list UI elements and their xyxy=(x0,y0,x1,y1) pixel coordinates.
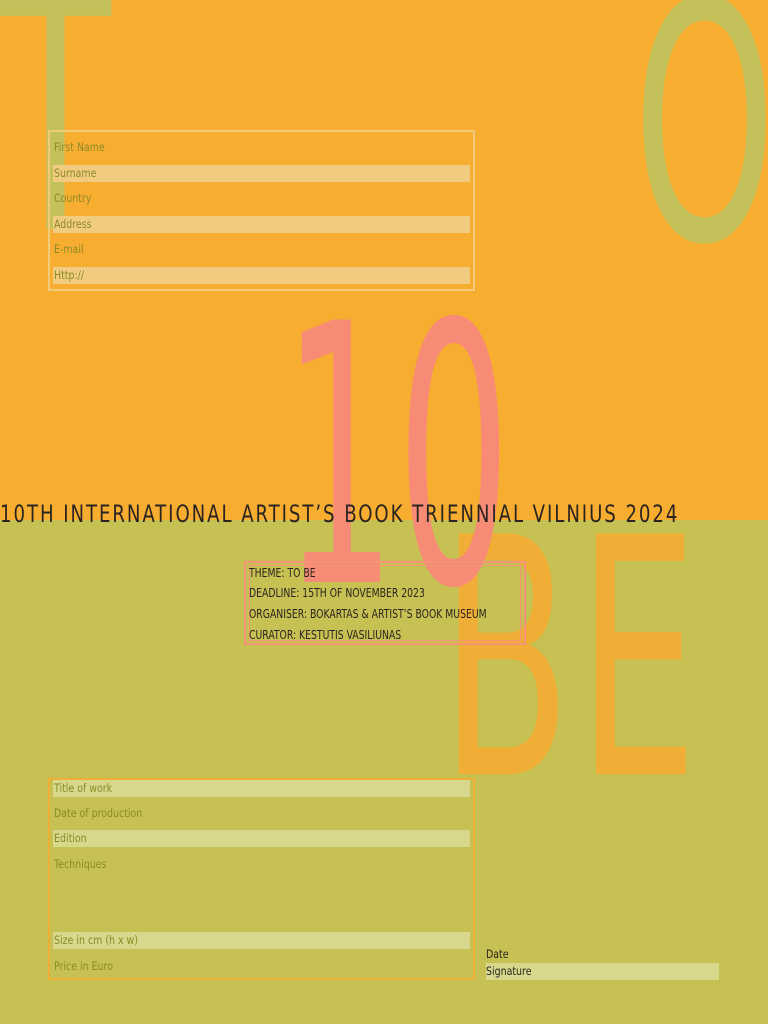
organiser-line: ORGANISER: BOKARTAS & ARTIST’S BOOK MUSE… xyxy=(249,607,487,621)
signature-label-row: Signature xyxy=(486,963,541,980)
signature-label: Signature xyxy=(486,964,532,978)
title-of-work-label: Title of work xyxy=(54,781,113,795)
surname-label: Surname xyxy=(54,166,97,180)
date-label: Date xyxy=(486,947,509,961)
big-letter-o: O xyxy=(633,0,768,317)
address-field[interactable]: Address xyxy=(53,216,470,233)
date-of-production-label: Date of production xyxy=(54,806,143,820)
title-of-work-field[interactable]: Title of work xyxy=(53,780,470,797)
techniques-label: Techniques xyxy=(54,857,107,871)
date-field[interactable]: Date xyxy=(486,946,514,963)
country-field[interactable]: Country xyxy=(53,190,470,207)
address-label: Address xyxy=(54,217,92,231)
price-label: Price in Euro xyxy=(54,959,113,973)
deadline-line: DEADLINE: 15TH OF NOVEMBER 2023 xyxy=(249,586,425,600)
edition-field[interactable]: Edition xyxy=(53,830,470,847)
theme-line: THEME: TO BE xyxy=(249,566,316,580)
edition-label: Edition xyxy=(54,831,87,845)
curator-line: CURATOR: KESTUTIS VASILIUNAS xyxy=(249,628,402,642)
first-name-field[interactable]: First Name xyxy=(53,139,470,156)
techniques-field[interactable]: Techniques xyxy=(53,856,470,928)
first-name-label: First Name xyxy=(54,140,105,154)
date-of-production-field[interactable]: Date of production xyxy=(53,805,470,822)
price-field[interactable]: Price in Euro xyxy=(53,958,470,975)
email-label: E-mail xyxy=(54,242,84,256)
triennial-headline: 10TH INTERNATIONAL ARTIST’S BOOK TRIENNI… xyxy=(0,500,680,528)
surname-field[interactable]: Surname xyxy=(53,165,470,182)
country-label: Country xyxy=(54,191,92,205)
size-field[interactable]: Size in cm (h x w) xyxy=(53,932,470,949)
size-label: Size in cm (h x w) xyxy=(54,933,138,947)
website-label: Http:// xyxy=(54,268,85,282)
